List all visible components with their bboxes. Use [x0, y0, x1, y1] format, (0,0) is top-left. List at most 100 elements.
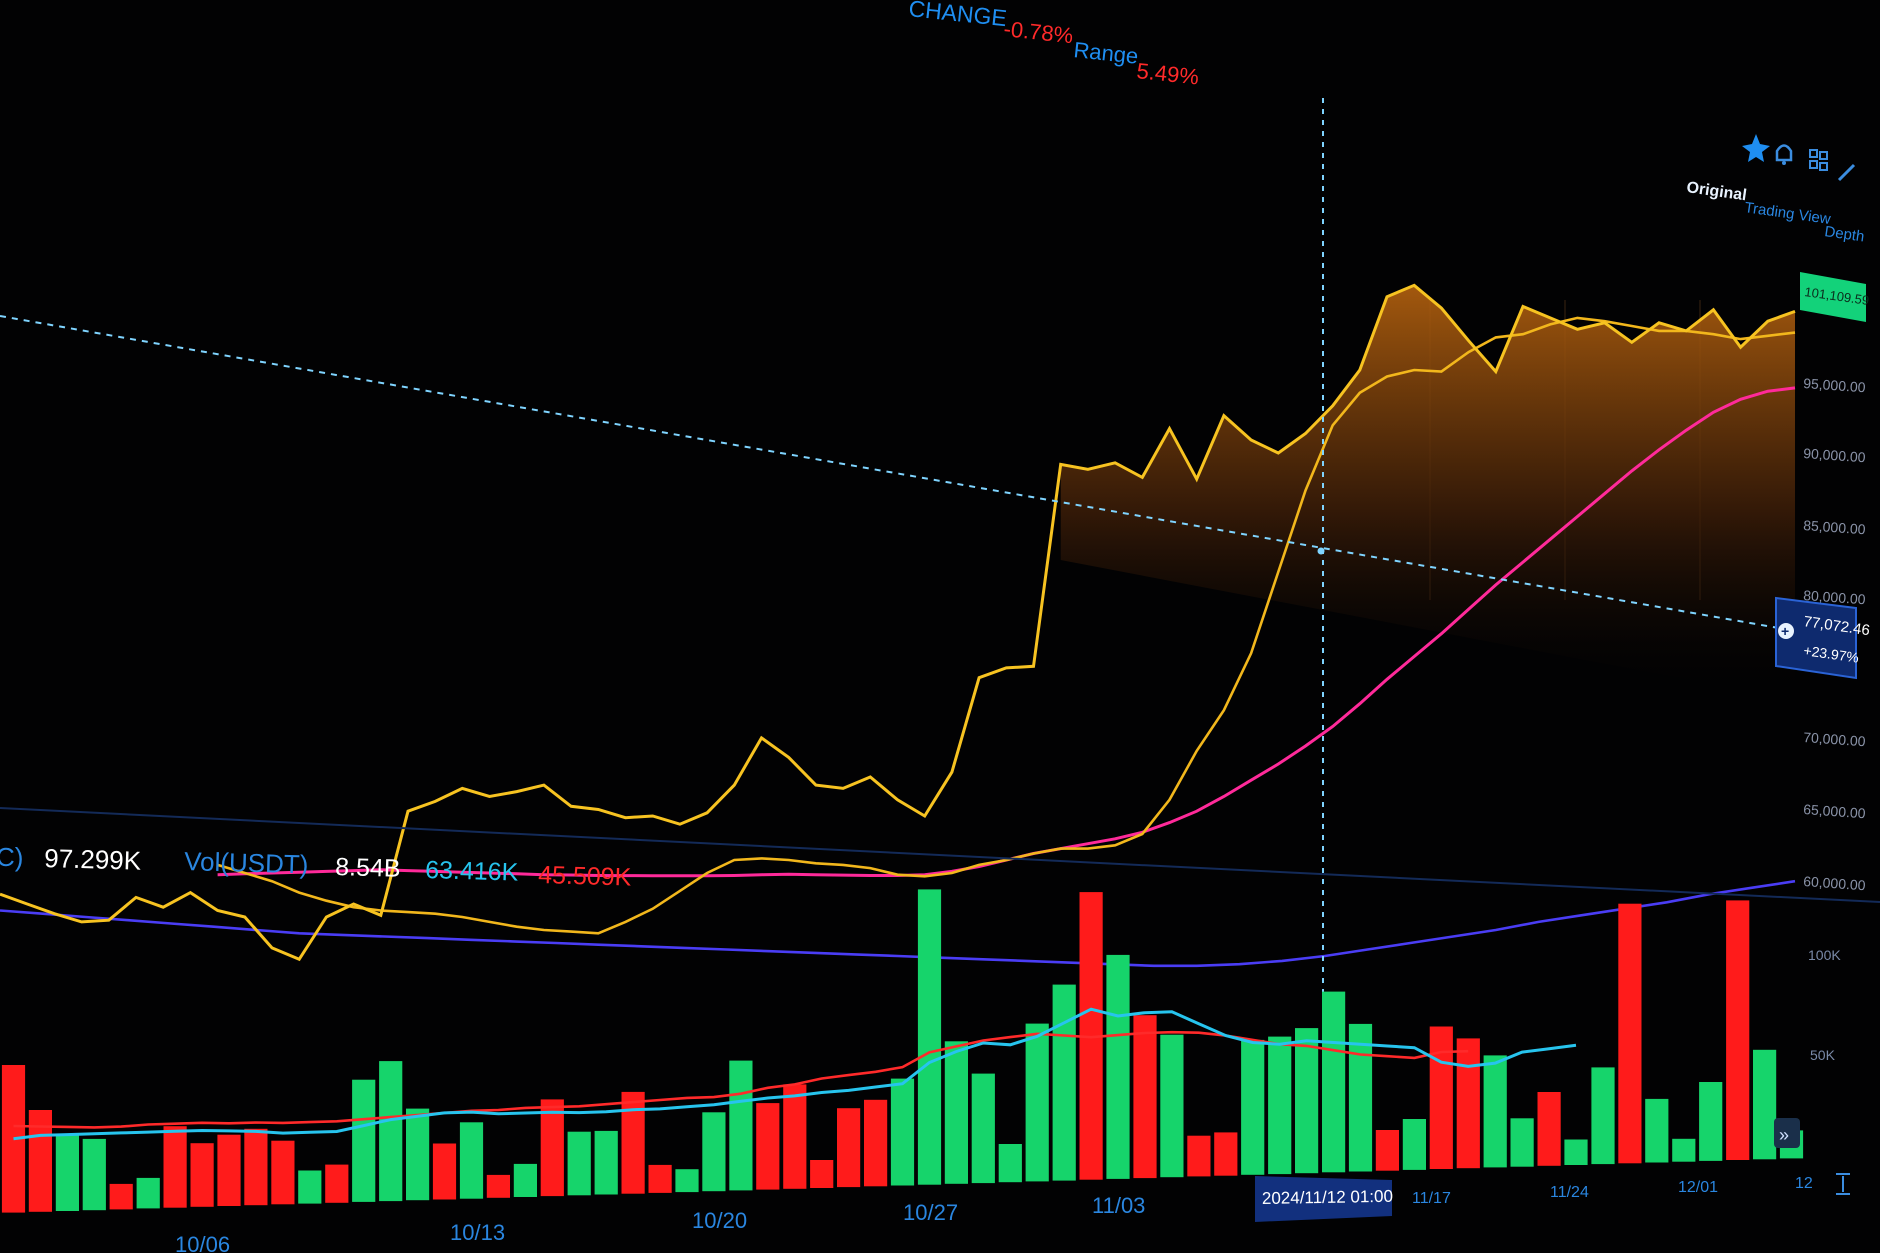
time-tick: 10/06: [175, 1232, 230, 1253]
time-tick: 11/24: [1550, 1184, 1589, 1201]
chart-canvas[interactable]: CHANGE -0.78% Range 5.49% Original Tradi…: [0, 0, 1880, 1253]
volume-bar: [971, 1073, 995, 1184]
volume-bar: [1268, 1036, 1292, 1175]
volume-bar: [1456, 1038, 1480, 1169]
price-tick: 70,000.00: [1803, 729, 1866, 749]
chevrons-right-icon: »: [1779, 1125, 1789, 1145]
volume-bar: [944, 1041, 968, 1184]
crosshair-time-tag: 2024/11/12 01:00: [1255, 1176, 1393, 1222]
volume-bar: [729, 1060, 753, 1191]
legend-volume-base: 97.299K: [44, 843, 142, 876]
toolbar: [1742, 134, 1856, 182]
volume-tick-50k: 50K: [1810, 1047, 1836, 1063]
volume-bar: [567, 1131, 591, 1196]
volume-bar: [1402, 1119, 1426, 1170]
price-tick: 90,000.00: [1803, 445, 1866, 465]
volume-bar: [1618, 903, 1642, 1164]
price-tick: 60,000.00: [1803, 873, 1866, 893]
volume-bar: [1133, 1015, 1157, 1179]
volume-bar: [136, 1177, 160, 1209]
volume-bar: [406, 1108, 430, 1201]
volume-bar: [513, 1163, 537, 1197]
volume-bar: [459, 1122, 484, 1199]
volume-bar: [783, 1084, 807, 1189]
time-tick: 10/27: [903, 1200, 958, 1225]
volume-bar: [163, 1126, 187, 1208]
volume-bar: [1645, 1098, 1669, 1163]
volume-tick-100k: 100K: [1808, 947, 1841, 963]
volume-bar: [810, 1160, 834, 1188]
range-value: 5.49%: [1135, 58, 1200, 89]
volume-bar: [217, 1134, 241, 1206]
price-area-fill: [1060, 285, 1795, 700]
volume-bar: [1187, 1135, 1211, 1177]
tab-trading-view[interactable]: Trading View: [1743, 199, 1831, 228]
volume-bar: [244, 1128, 268, 1206]
volume-bar: [917, 889, 942, 1185]
tab-depth[interactable]: Depth: [1823, 223, 1865, 245]
volume-bar: [1672, 1138, 1696, 1162]
trading-chart: CHANGE -0.78% Range 5.49% Original Tradi…: [0, 0, 1880, 1253]
volume-bar: [1160, 1034, 1184, 1178]
legend-vol-label: Vol(USDT): [184, 846, 309, 879]
volume-bar: [271, 1140, 295, 1205]
volume-bar: [379, 1061, 403, 1202]
crosshair-time: 2024/11/12 01:00: [1262, 1187, 1393, 1208]
scroll-right-button[interactable]: »: [1774, 1118, 1800, 1148]
price-tick: 95,000.00: [1803, 375, 1866, 395]
volume-bar: [298, 1170, 322, 1204]
ma-long-line: [0, 879, 1796, 968]
axis-adjust-icon[interactable]: [1836, 1173, 1850, 1195]
volume-bar: [1429, 1026, 1453, 1169]
volume-bar: [1537, 1092, 1561, 1166]
volume-bar: [352, 1079, 376, 1202]
tab-original[interactable]: Original: [1685, 179, 1747, 204]
price-tick: 65,000.00: [1803, 801, 1866, 821]
time-tick: 10/13: [450, 1220, 505, 1245]
volume-bar: [837, 1108, 861, 1188]
legend-ma-fast: 63.416K: [425, 856, 519, 887]
volume-bar: [1025, 1023, 1049, 1182]
volume-bar: [702, 1112, 726, 1192]
volume-bar: [621, 1091, 645, 1194]
indicator-icon[interactable]: [1742, 134, 1770, 162]
volume-bar: [1214, 1132, 1238, 1176]
time-tick: 12/01: [1678, 1179, 1718, 1196]
volume-bar: [864, 1099, 888, 1187]
volume-bar: [325, 1164, 349, 1203]
volume-bar: [190, 1143, 214, 1207]
time-tick: 12: [1795, 1175, 1813, 1192]
change-value: -0.78%: [1002, 16, 1074, 48]
volume-bar: [55, 1134, 79, 1211]
change-label: CHANGE: [907, 0, 1008, 31]
legend-prefix: C): [0, 842, 23, 872]
volume-bar: [1591, 1067, 1615, 1165]
volume-bar: [1375, 1130, 1399, 1171]
layout-icon[interactable]: [1809, 149, 1828, 171]
volume-bar: [1753, 1049, 1777, 1160]
header-stats: CHANGE -0.78% Range 5.49%: [907, 0, 1200, 89]
volume-bar: [486, 1174, 510, 1198]
volume-bar: [432, 1143, 457, 1200]
bell-icon[interactable]: [1775, 144, 1793, 166]
time-tick: 10/20: [692, 1208, 747, 1233]
time-tick: 11/03: [1092, 1193, 1145, 1218]
volume-bar: [998, 1144, 1022, 1183]
volume-bar: [1241, 1039, 1265, 1175]
volume-bar: [1483, 1055, 1507, 1168]
volume-bar: [1295, 1028, 1319, 1174]
volume-bar: [109, 1183, 133, 1210]
volume-bar: [890, 1078, 915, 1186]
volume-bar: [1510, 1118, 1534, 1167]
legend-vol-usdt: 8.54B: [335, 853, 401, 883]
volume-legend: C) 97.299K Vol(USDT) 8.54B 63.416K 45.50…: [0, 842, 632, 892]
volume-bar: [594, 1130, 618, 1195]
volume-bar: [1699, 1082, 1723, 1161]
volume-bar: [648, 1164, 672, 1193]
draw-icon[interactable]: [1837, 163, 1856, 182]
time-tick: 11/17: [1412, 1190, 1451, 1207]
volume-bar: [1564, 1139, 1588, 1165]
legend-ma-slow: 45.509K: [538, 861, 632, 892]
volume-bar: [82, 1138, 106, 1211]
add-alert-icon[interactable]: +: [1781, 623, 1789, 639]
